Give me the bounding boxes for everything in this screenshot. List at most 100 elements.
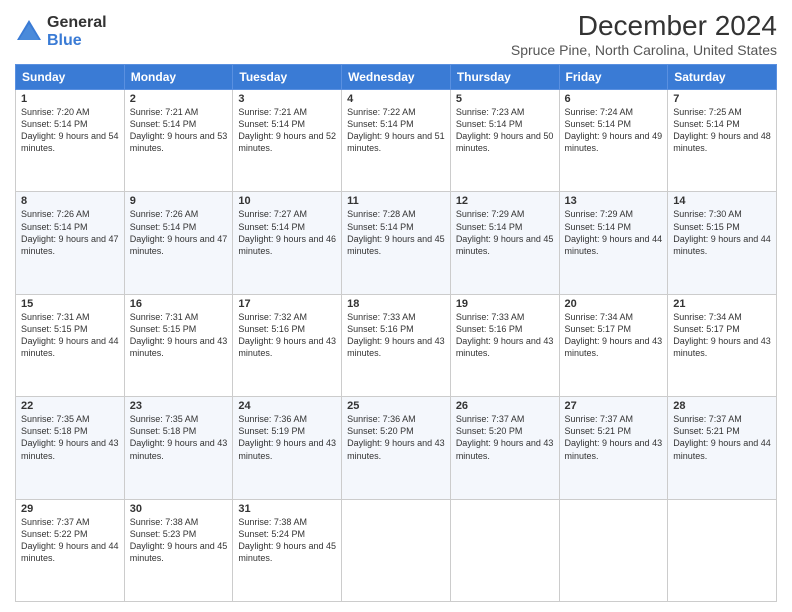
logo-blue: Blue [47, 32, 107, 50]
day-number: 4 [347, 93, 445, 105]
cell-info: Sunrise: 7:21 AMSunset: 5:14 PMDaylight:… [238, 106, 336, 155]
cell-info: Sunrise: 7:34 AMSunset: 5:17 PMDaylight:… [565, 311, 663, 360]
calendar-header: Sunday Monday Tuesday Wednesday Thursday… [16, 65, 777, 90]
day-number: 10 [238, 195, 336, 207]
calendar-cell: 3Sunrise: 7:21 AMSunset: 5:14 PMDaylight… [233, 90, 342, 192]
header-row: Sunday Monday Tuesday Wednesday Thursday… [16, 65, 777, 90]
day-number: 25 [347, 400, 445, 412]
subtitle: Spruce Pine, North Carolina, United Stat… [511, 42, 777, 58]
day-number: 3 [238, 93, 336, 105]
col-sunday: Sunday [16, 65, 125, 90]
day-number: 17 [238, 298, 336, 310]
cell-info: Sunrise: 7:31 AMSunset: 5:15 PMDaylight:… [130, 311, 228, 360]
day-number: 24 [238, 400, 336, 412]
logo-general: General [47, 14, 107, 32]
calendar-cell: 23Sunrise: 7:35 AMSunset: 5:18 PMDayligh… [124, 397, 233, 499]
calendar-cell: 10Sunrise: 7:27 AMSunset: 5:14 PMDayligh… [233, 192, 342, 294]
day-number: 23 [130, 400, 228, 412]
cell-info: Sunrise: 7:22 AMSunset: 5:14 PMDaylight:… [347, 106, 445, 155]
cell-info: Sunrise: 7:21 AMSunset: 5:14 PMDaylight:… [130, 106, 228, 155]
calendar-cell: 29Sunrise: 7:37 AMSunset: 5:22 PMDayligh… [16, 499, 125, 601]
col-saturday: Saturday [668, 65, 777, 90]
day-number: 15 [21, 298, 119, 310]
day-number: 19 [456, 298, 554, 310]
calendar-week-4: 22Sunrise: 7:35 AMSunset: 5:18 PMDayligh… [16, 397, 777, 499]
title-block: December 2024 Spruce Pine, North Carolin… [511, 10, 777, 58]
day-number: 13 [565, 195, 663, 207]
day-number: 16 [130, 298, 228, 310]
calendar-cell [450, 499, 559, 601]
cell-info: Sunrise: 7:35 AMSunset: 5:18 PMDaylight:… [130, 413, 228, 462]
calendar-cell: 24Sunrise: 7:36 AMSunset: 5:19 PMDayligh… [233, 397, 342, 499]
calendar-week-1: 1Sunrise: 7:20 AMSunset: 5:14 PMDaylight… [16, 90, 777, 192]
day-number: 26 [456, 400, 554, 412]
day-number: 20 [565, 298, 663, 310]
cell-info: Sunrise: 7:29 AMSunset: 5:14 PMDaylight:… [565, 208, 663, 257]
day-number: 14 [673, 195, 771, 207]
calendar-cell [668, 499, 777, 601]
calendar-cell: 22Sunrise: 7:35 AMSunset: 5:18 PMDayligh… [16, 397, 125, 499]
cell-info: Sunrise: 7:36 AMSunset: 5:19 PMDaylight:… [238, 413, 336, 462]
day-number: 9 [130, 195, 228, 207]
calendar-table: Sunday Monday Tuesday Wednesday Thursday… [15, 64, 777, 602]
day-number: 2 [130, 93, 228, 105]
calendar-cell [342, 499, 451, 601]
calendar-cell: 8Sunrise: 7:26 AMSunset: 5:14 PMDaylight… [16, 192, 125, 294]
col-thursday: Thursday [450, 65, 559, 90]
day-number: 11 [347, 195, 445, 207]
cell-info: Sunrise: 7:26 AMSunset: 5:14 PMDaylight:… [21, 208, 119, 257]
calendar-week-2: 8Sunrise: 7:26 AMSunset: 5:14 PMDaylight… [16, 192, 777, 294]
day-number: 8 [21, 195, 119, 207]
logo-icon [15, 18, 43, 46]
calendar-cell: 13Sunrise: 7:29 AMSunset: 5:14 PMDayligh… [559, 192, 668, 294]
calendar-body: 1Sunrise: 7:20 AMSunset: 5:14 PMDaylight… [16, 90, 777, 602]
col-monday: Monday [124, 65, 233, 90]
calendar-cell: 19Sunrise: 7:33 AMSunset: 5:16 PMDayligh… [450, 294, 559, 396]
calendar-cell: 15Sunrise: 7:31 AMSunset: 5:15 PMDayligh… [16, 294, 125, 396]
cell-info: Sunrise: 7:27 AMSunset: 5:14 PMDaylight:… [238, 208, 336, 257]
calendar-week-3: 15Sunrise: 7:31 AMSunset: 5:15 PMDayligh… [16, 294, 777, 396]
col-tuesday: Tuesday [233, 65, 342, 90]
logo-text: General Blue [47, 14, 107, 49]
cell-info: Sunrise: 7:28 AMSunset: 5:14 PMDaylight:… [347, 208, 445, 257]
col-wednesday: Wednesday [342, 65, 451, 90]
calendar-week-5: 29Sunrise: 7:37 AMSunset: 5:22 PMDayligh… [16, 499, 777, 601]
cell-info: Sunrise: 7:25 AMSunset: 5:14 PMDaylight:… [673, 106, 771, 155]
cell-info: Sunrise: 7:37 AMSunset: 5:21 PMDaylight:… [565, 413, 663, 462]
day-number: 31 [238, 503, 336, 515]
calendar-cell: 5Sunrise: 7:23 AMSunset: 5:14 PMDaylight… [450, 90, 559, 192]
cell-info: Sunrise: 7:29 AMSunset: 5:14 PMDaylight:… [456, 208, 554, 257]
cell-info: Sunrise: 7:37 AMSunset: 5:21 PMDaylight:… [673, 413, 771, 462]
calendar-cell: 9Sunrise: 7:26 AMSunset: 5:14 PMDaylight… [124, 192, 233, 294]
day-number: 22 [21, 400, 119, 412]
calendar-cell: 2Sunrise: 7:21 AMSunset: 5:14 PMDaylight… [124, 90, 233, 192]
cell-info: Sunrise: 7:35 AMSunset: 5:18 PMDaylight:… [21, 413, 119, 462]
cell-info: Sunrise: 7:32 AMSunset: 5:16 PMDaylight:… [238, 311, 336, 360]
calendar-cell: 4Sunrise: 7:22 AMSunset: 5:14 PMDaylight… [342, 90, 451, 192]
calendar-cell: 16Sunrise: 7:31 AMSunset: 5:15 PMDayligh… [124, 294, 233, 396]
cell-info: Sunrise: 7:38 AMSunset: 5:24 PMDaylight:… [238, 516, 336, 565]
cell-info: Sunrise: 7:33 AMSunset: 5:16 PMDaylight:… [347, 311, 445, 360]
day-number: 30 [130, 503, 228, 515]
calendar-cell [559, 499, 668, 601]
day-number: 1 [21, 93, 119, 105]
cell-info: Sunrise: 7:37 AMSunset: 5:22 PMDaylight:… [21, 516, 119, 565]
cell-info: Sunrise: 7:30 AMSunset: 5:15 PMDaylight:… [673, 208, 771, 257]
day-number: 29 [21, 503, 119, 515]
calendar-cell: 7Sunrise: 7:25 AMSunset: 5:14 PMDaylight… [668, 90, 777, 192]
day-number: 18 [347, 298, 445, 310]
calendar-cell: 20Sunrise: 7:34 AMSunset: 5:17 PMDayligh… [559, 294, 668, 396]
cell-info: Sunrise: 7:23 AMSunset: 5:14 PMDaylight:… [456, 106, 554, 155]
cell-info: Sunrise: 7:31 AMSunset: 5:15 PMDaylight:… [21, 311, 119, 360]
cell-info: Sunrise: 7:26 AMSunset: 5:14 PMDaylight:… [130, 208, 228, 257]
calendar-cell: 11Sunrise: 7:28 AMSunset: 5:14 PMDayligh… [342, 192, 451, 294]
calendar-cell: 27Sunrise: 7:37 AMSunset: 5:21 PMDayligh… [559, 397, 668, 499]
calendar-cell: 30Sunrise: 7:38 AMSunset: 5:23 PMDayligh… [124, 499, 233, 601]
cell-info: Sunrise: 7:36 AMSunset: 5:20 PMDaylight:… [347, 413, 445, 462]
col-friday: Friday [559, 65, 668, 90]
cell-info: Sunrise: 7:34 AMSunset: 5:17 PMDaylight:… [673, 311, 771, 360]
page: General Blue December 2024 Spruce Pine, … [0, 0, 792, 612]
calendar-cell: 28Sunrise: 7:37 AMSunset: 5:21 PMDayligh… [668, 397, 777, 499]
calendar-cell: 25Sunrise: 7:36 AMSunset: 5:20 PMDayligh… [342, 397, 451, 499]
cell-info: Sunrise: 7:33 AMSunset: 5:16 PMDaylight:… [456, 311, 554, 360]
